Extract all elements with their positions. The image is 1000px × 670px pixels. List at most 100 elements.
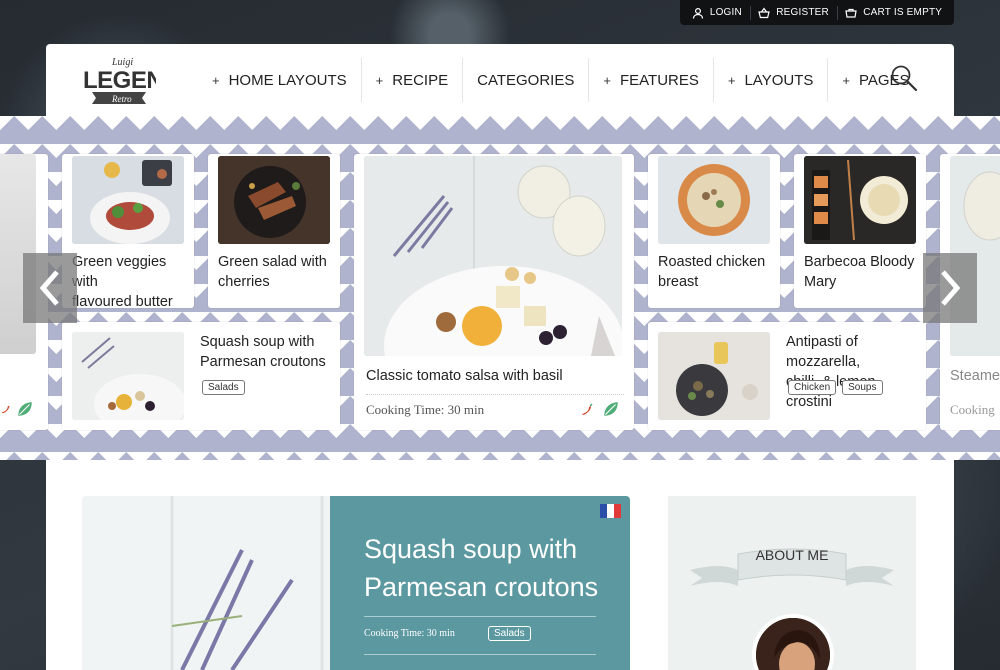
recipe-card[interactable]: Antipasti of mozzarella,chilli, & lemon … — [648, 322, 926, 430]
basket-icon — [758, 6, 770, 18]
recipe-tags: Chicken Soups — [788, 380, 883, 395]
food-image — [72, 332, 184, 420]
recipe-card[interactable]: Green salad with cherries — [208, 154, 340, 308]
recipe-thumbnail — [658, 156, 770, 244]
chevron-left-icon — [39, 270, 59, 306]
cooking-time: Cooking Time: 30 min — [366, 402, 485, 417]
divider — [366, 394, 624, 395]
tag-salads[interactable]: Salads — [488, 626, 531, 641]
about-me-title: ABOUT ME — [755, 547, 829, 563]
search-icon[interactable] — [890, 64, 918, 92]
recipe-title[interactable]: Steamed — [950, 366, 1000, 386]
register-link[interactable]: REGISTER — [758, 6, 829, 19]
cooking-time: Cooking Time: 30 min — [364, 628, 455, 639]
login-link[interactable]: LOGIN — [692, 7, 742, 19]
main-content: Squash soup with Parmesan croutons Cookin… — [46, 460, 954, 670]
recipe-thumbnail — [72, 156, 184, 244]
divider — [749, 5, 751, 20]
title-line: Squash soup with — [364, 534, 578, 564]
plus-icon: + — [603, 72, 611, 88]
plus-icon: + — [375, 72, 384, 88]
nav-label: FEATURES — [619, 71, 699, 89]
recipe-title[interactable]: Squash soup with Parmesan croutons — [200, 332, 330, 372]
title-line: Squash soup with — [200, 334, 315, 350]
site-header: Luigi LEGEND Retro + HOME LAYOUTS + RECIPE… — [46, 44, 954, 116]
title-line: Barbecoa Bloody — [804, 254, 915, 270]
carousel-next-button[interactable] — [923, 253, 977, 323]
profile-photo — [756, 618, 830, 670]
tag-soups[interactable]: Soups — [842, 380, 883, 395]
nav-label: LAYOUTS — [744, 71, 814, 89]
main-navigation: + HOME LAYOUTS + RECIPE CATEGORIES + FEATUR… — [198, 58, 924, 102]
recipe-thumbnail — [658, 332, 770, 420]
recipe-card[interactable]: Squash soup with Parmesan croutons Salads — [62, 322, 340, 430]
french-flag-icon — [600, 504, 621, 518]
nav-features[interactable]: + FEATURES — [589, 58, 714, 102]
featured-recipe-panel: Squash soup with Parmesan croutons Cookin… — [330, 496, 630, 670]
title-line: cherries — [218, 274, 270, 290]
site-logo[interactable]: Luigi LEGEND Retro — [82, 54, 156, 108]
title-line: Green salad with — [218, 254, 327, 270]
title-line: breast — [658, 274, 699, 290]
nav-label: RECIPE — [392, 71, 449, 89]
food-image — [658, 156, 770, 244]
plus-icon: + — [212, 72, 220, 88]
chevron-right-icon — [941, 270, 961, 306]
recipe-tags: Salads — [202, 380, 245, 395]
divider — [364, 616, 596, 617]
title-line: Parmesan croutons — [200, 354, 326, 370]
recipe-card-featured[interactable]: Classic tomato salsa with basil Cooking … — [354, 154, 634, 430]
recipe-title[interactable]: Green veggies with flavoured butter — [72, 252, 190, 312]
top-account-bar: LOGIN REGISTER CART IS EMPTY — [680, 0, 954, 25]
divider — [836, 5, 838, 20]
cart-link[interactable]: CART IS EMPTY — [845, 7, 942, 19]
food-image — [218, 156, 330, 244]
recipe-card[interactable]: Roasted chicken breast — [648, 154, 780, 308]
about-me-widget: ABOUT ME — [668, 496, 916, 670]
recipe-title[interactable]: Antipasti of mozzarella,chilli, & lemon … — [786, 332, 922, 412]
leaf-icon — [18, 402, 32, 416]
title-line: flavoured butter — [72, 294, 173, 310]
divider — [364, 654, 596, 655]
recipe-card[interactable]: Green veggies with flavoured butter — [62, 154, 194, 310]
recipe-title[interactable]: Classic tomato salsa with basil — [366, 366, 616, 386]
nav-label: CATEGORIES — [477, 71, 575, 89]
food-image — [364, 156, 622, 356]
chili-icon — [582, 403, 593, 415]
nav-home-layouts[interactable]: + HOME LAYOUTS — [198, 58, 362, 102]
recipe-title[interactable]: Barbecoa Bloody Mary — [804, 252, 922, 292]
chili-icon — [1, 405, 10, 414]
nav-label: HOME LAYOUTS — [228, 71, 347, 89]
nav-recipe[interactable]: + RECIPE — [362, 58, 464, 102]
recipe-title[interactable]: Green salad with cherries — [218, 252, 336, 292]
food-image — [82, 496, 330, 670]
cart-label: CART IS EMPTY — [863, 7, 943, 18]
carousel-prev-button[interactable] — [23, 253, 77, 323]
food-image — [72, 156, 184, 244]
tag-salads[interactable]: Salads — [202, 380, 245, 395]
nav-categories[interactable]: CATEGORIES — [463, 58, 590, 102]
tag-chicken[interactable]: Chicken — [788, 380, 837, 395]
title-line: Mary — [804, 274, 837, 290]
title-line: Antipasti of mozzarella, — [786, 334, 861, 370]
title-line: Roasted chicken — [658, 254, 766, 270]
recipe-thumbnail — [72, 332, 184, 420]
featured-recipe-title[interactable]: Squash soup with Parmesan croutons — [364, 530, 614, 606]
login-label: LOGIN — [709, 7, 742, 18]
recipe-thumbnail — [364, 156, 622, 356]
featured-recipe[interactable]: Squash soup with Parmesan croutons Cookin… — [82, 496, 630, 670]
svg-text:LEGEND: LEGEND — [83, 67, 156, 94]
recipe-title[interactable]: Roasted chicken breast — [658, 252, 776, 292]
register-label: REGISTER — [776, 7, 829, 18]
svg-text:Retro: Retro — [111, 94, 132, 104]
featured-recipe-image — [82, 496, 330, 670]
nav-layouts[interactable]: + LAYOUTS — [714, 58, 829, 102]
recipe-card[interactable]: Barbecoa Bloody Mary — [794, 154, 926, 308]
cooking-time: Cooking — [950, 402, 995, 417]
leaf-icon — [604, 402, 618, 416]
title-line: Green veggies with — [72, 254, 167, 290]
avatar[interactable] — [752, 614, 834, 670]
cart-icon — [845, 8, 857, 18]
title-line: Parmesan croutons — [364, 572, 599, 602]
user-icon — [692, 7, 703, 19]
